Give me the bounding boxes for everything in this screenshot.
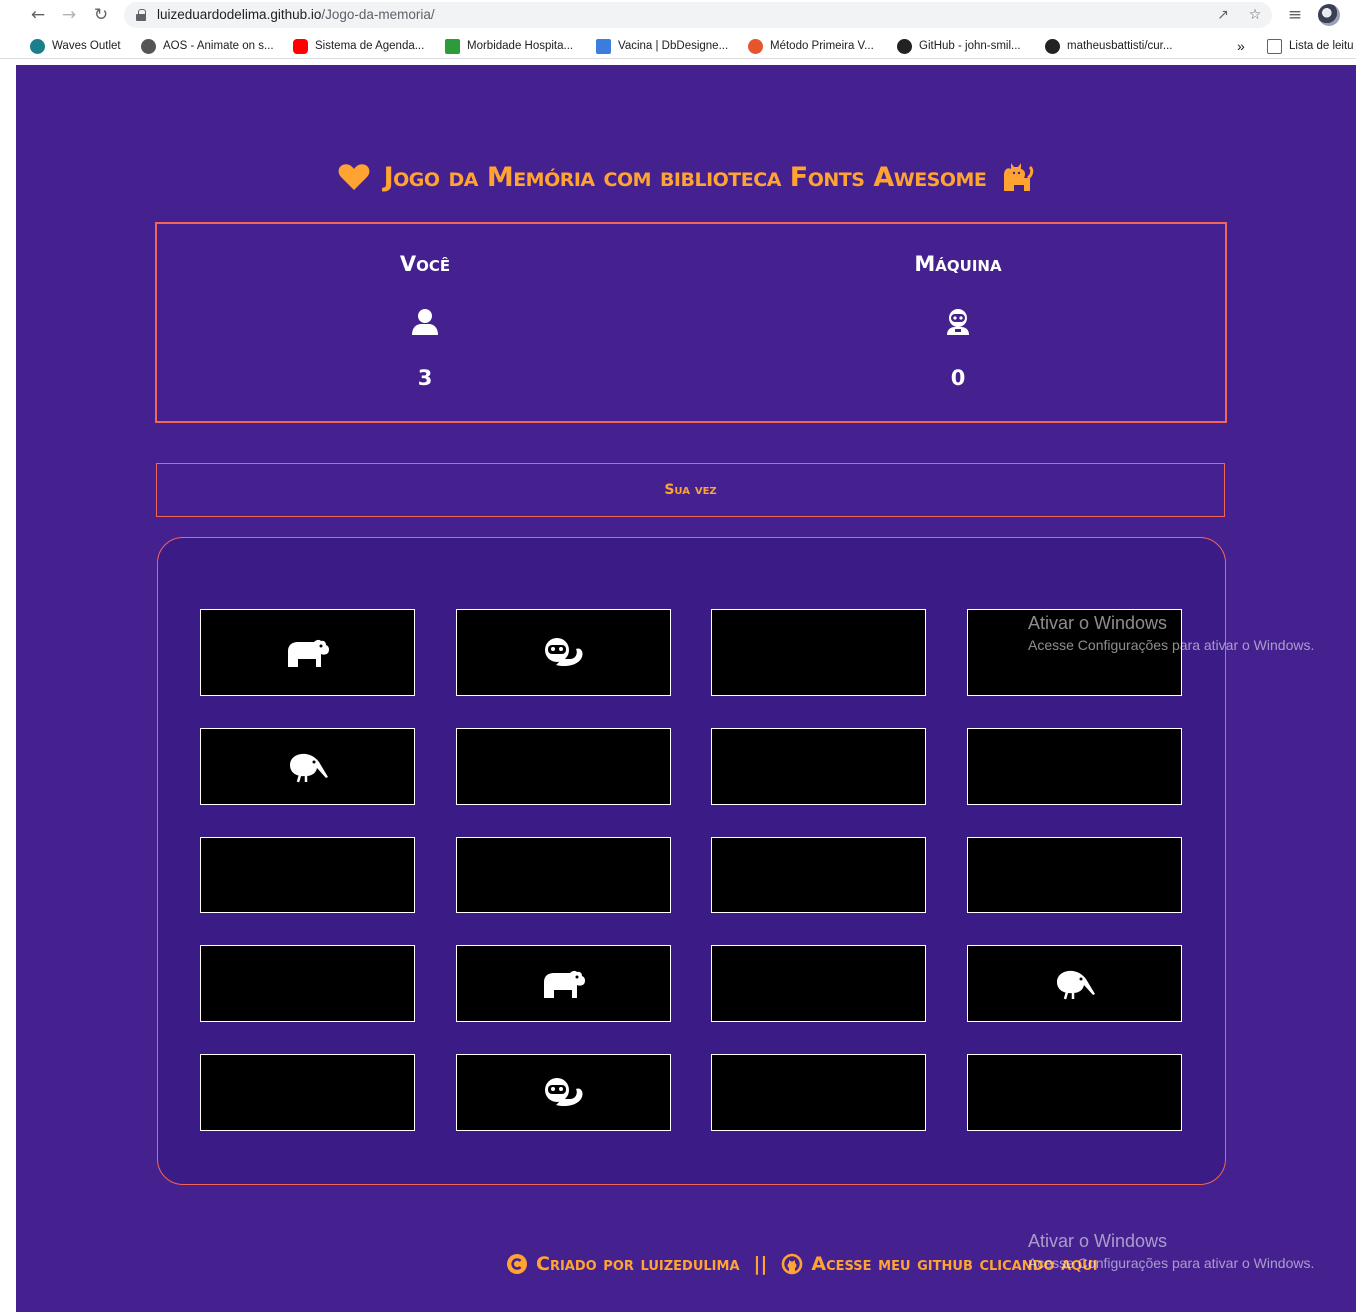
turn-indicator: Sua vez [156, 463, 1225, 517]
memory-card[interactable] [711, 945, 926, 1022]
memory-card[interactable] [711, 609, 926, 696]
memory-card[interactable] [456, 1054, 671, 1131]
page-title-text: Jogo da Memória com biblioteca Fonts Awe… [383, 161, 987, 193]
watermark-title: Ativar o Windows [1028, 1231, 1168, 1251]
bookmark-5[interactable]: Método Primeira V... [748, 37, 874, 55]
bookmark-favicon-icon [445, 38, 460, 54]
hippo-icon [542, 968, 586, 1000]
memory-card[interactable] [967, 728, 1182, 805]
memory-card[interactable] [456, 837, 671, 913]
player-score-panel: Você 3 [275, 224, 575, 421]
windows-watermark: Ativar o Windows Acesse Configurações pa… [1028, 1231, 1314, 1271]
watermark-title: Ativar o Windows [1028, 613, 1168, 633]
forward-arrow-icon[interactable]: → [58, 4, 80, 26]
bookmark-2[interactable]: Sistema de Agenda... [293, 37, 424, 55]
github-icon [782, 1253, 803, 1275]
reading-list-label: Lista de leitu [1289, 40, 1354, 52]
bookmark-label: Vacina | DbDesigne... [618, 40, 729, 52]
robot-icon [947, 309, 969, 335]
media-control-icon[interactable]: ≡ [1284, 4, 1306, 26]
watermark-subtitle: Acesse Configurações para ativar o Windo… [1028, 637, 1315, 653]
memory-card[interactable] [711, 728, 926, 805]
overflow-label: » [1237, 38, 1245, 54]
heart-icon [338, 164, 370, 190]
bookmark-favicon-icon [30, 38, 45, 54]
memory-card[interactable] [200, 945, 415, 1022]
machine-score-value: 0 [950, 366, 966, 390]
share-icon[interactable]: ↗ [1214, 6, 1232, 24]
github-icon [897, 38, 912, 54]
bookmarks-bar: Waves Outlet AOS - Animate on s... Siste… [0, 33, 1356, 59]
memory-card[interactable] [711, 837, 926, 913]
otter-icon [542, 1077, 586, 1109]
page-title: Jogo da Memória com biblioteca Fonts Awe… [16, 161, 1356, 193]
address-bar[interactable]: luizeduardodelima.github.io/Jogo-da-memo… [124, 2, 1272, 28]
bookmark-label: GitHub - john-smil... [919, 40, 1021, 52]
player-name: Você [399, 252, 451, 276]
memory-card[interactable] [967, 945, 1182, 1022]
bookmarks-overflow-button[interactable]: » [1237, 37, 1245, 55]
bookmark-favicon-icon [141, 38, 156, 54]
url-text: luizeduardodelima.github.io/Jogo-da-memo… [157, 7, 435, 22]
profile-avatar[interactable] [1318, 4, 1340, 26]
footer-credit: Criado por luizedulima [536, 1253, 740, 1275]
scoreboard: Você 3 Máquina 0 [155, 222, 1227, 423]
bookmark-label: Waves Outlet [52, 40, 121, 52]
bookmark-0[interactable]: Waves Outlet [30, 37, 121, 55]
kiwi-bird-icon [286, 751, 330, 783]
bookmark-label: matheusbattisti/cur... [1067, 40, 1173, 52]
user-icon [412, 309, 438, 335]
memory-card[interactable] [200, 837, 415, 913]
lock-icon [136, 9, 146, 21]
fire-icon [748, 38, 763, 54]
bookmark-1[interactable]: AOS - Animate on s... [141, 37, 274, 55]
memory-card[interactable] [967, 1054, 1182, 1131]
memory-card[interactable] [456, 945, 671, 1022]
bookmark-4[interactable]: Vacina | DbDesigne... [596, 37, 728, 55]
youtube-icon [293, 38, 308, 54]
memory-card[interactable] [711, 1054, 926, 1131]
reading-list-button[interactable]: Lista de leitu [1267, 37, 1354, 55]
memory-card[interactable] [967, 837, 1182, 913]
copyright-icon [507, 1254, 527, 1274]
footer: Criado por luizedulima || Acesse meu git… [506, 1253, 1098, 1275]
bookmark-6[interactable]: GitHub - john-smil... [897, 37, 1021, 55]
reload-icon[interactable]: ↻ [90, 4, 112, 26]
github-icon [1045, 38, 1060, 54]
memory-card[interactable] [200, 1054, 415, 1131]
star-icon[interactable]: ☆ [1246, 6, 1264, 24]
game-page: Jogo da Memória com biblioteca Fonts Awe… [16, 65, 1356, 1312]
windows-watermark: Ativar o Windows Acesse Configurações pa… [1028, 613, 1314, 653]
reading-list-icon [1267, 38, 1282, 54]
watermark-subtitle: Acesse Configurações para ativar o Windo… [1028, 1255, 1315, 1271]
bookmark-label: Sistema de Agenda... [315, 40, 425, 52]
cat-icon [1004, 163, 1034, 191]
back-arrow-icon[interactable]: ← [27, 4, 49, 26]
footer-separator: || [753, 1253, 768, 1275]
memory-card[interactable] [200, 728, 415, 805]
kiwi-bird-icon [1053, 968, 1097, 1000]
bookmark-favicon-icon [596, 38, 611, 54]
bookmark-label: AOS - Animate on s... [163, 40, 274, 52]
machine-score-panel: Máquina 0 [808, 224, 1108, 421]
memory-card[interactable] [456, 609, 671, 696]
bookmark-3[interactable]: Morbidade Hospita... [445, 37, 573, 55]
bookmark-label: Morbidade Hospita... [467, 40, 574, 52]
player-score-value: 3 [417, 366, 433, 390]
machine-name: Máquina [914, 252, 1002, 276]
browser-toolbar: ← → ↻ luizeduardodelima.github.io/Jogo-d… [0, 0, 1356, 30]
bookmark-label: Método Primeira V... [770, 40, 874, 52]
otter-icon [542, 637, 586, 669]
bookmark-7[interactable]: matheusbattisti/cur... [1045, 37, 1172, 55]
memory-card[interactable] [456, 728, 671, 805]
memory-card[interactable] [200, 609, 415, 696]
hippo-icon [286, 637, 330, 669]
